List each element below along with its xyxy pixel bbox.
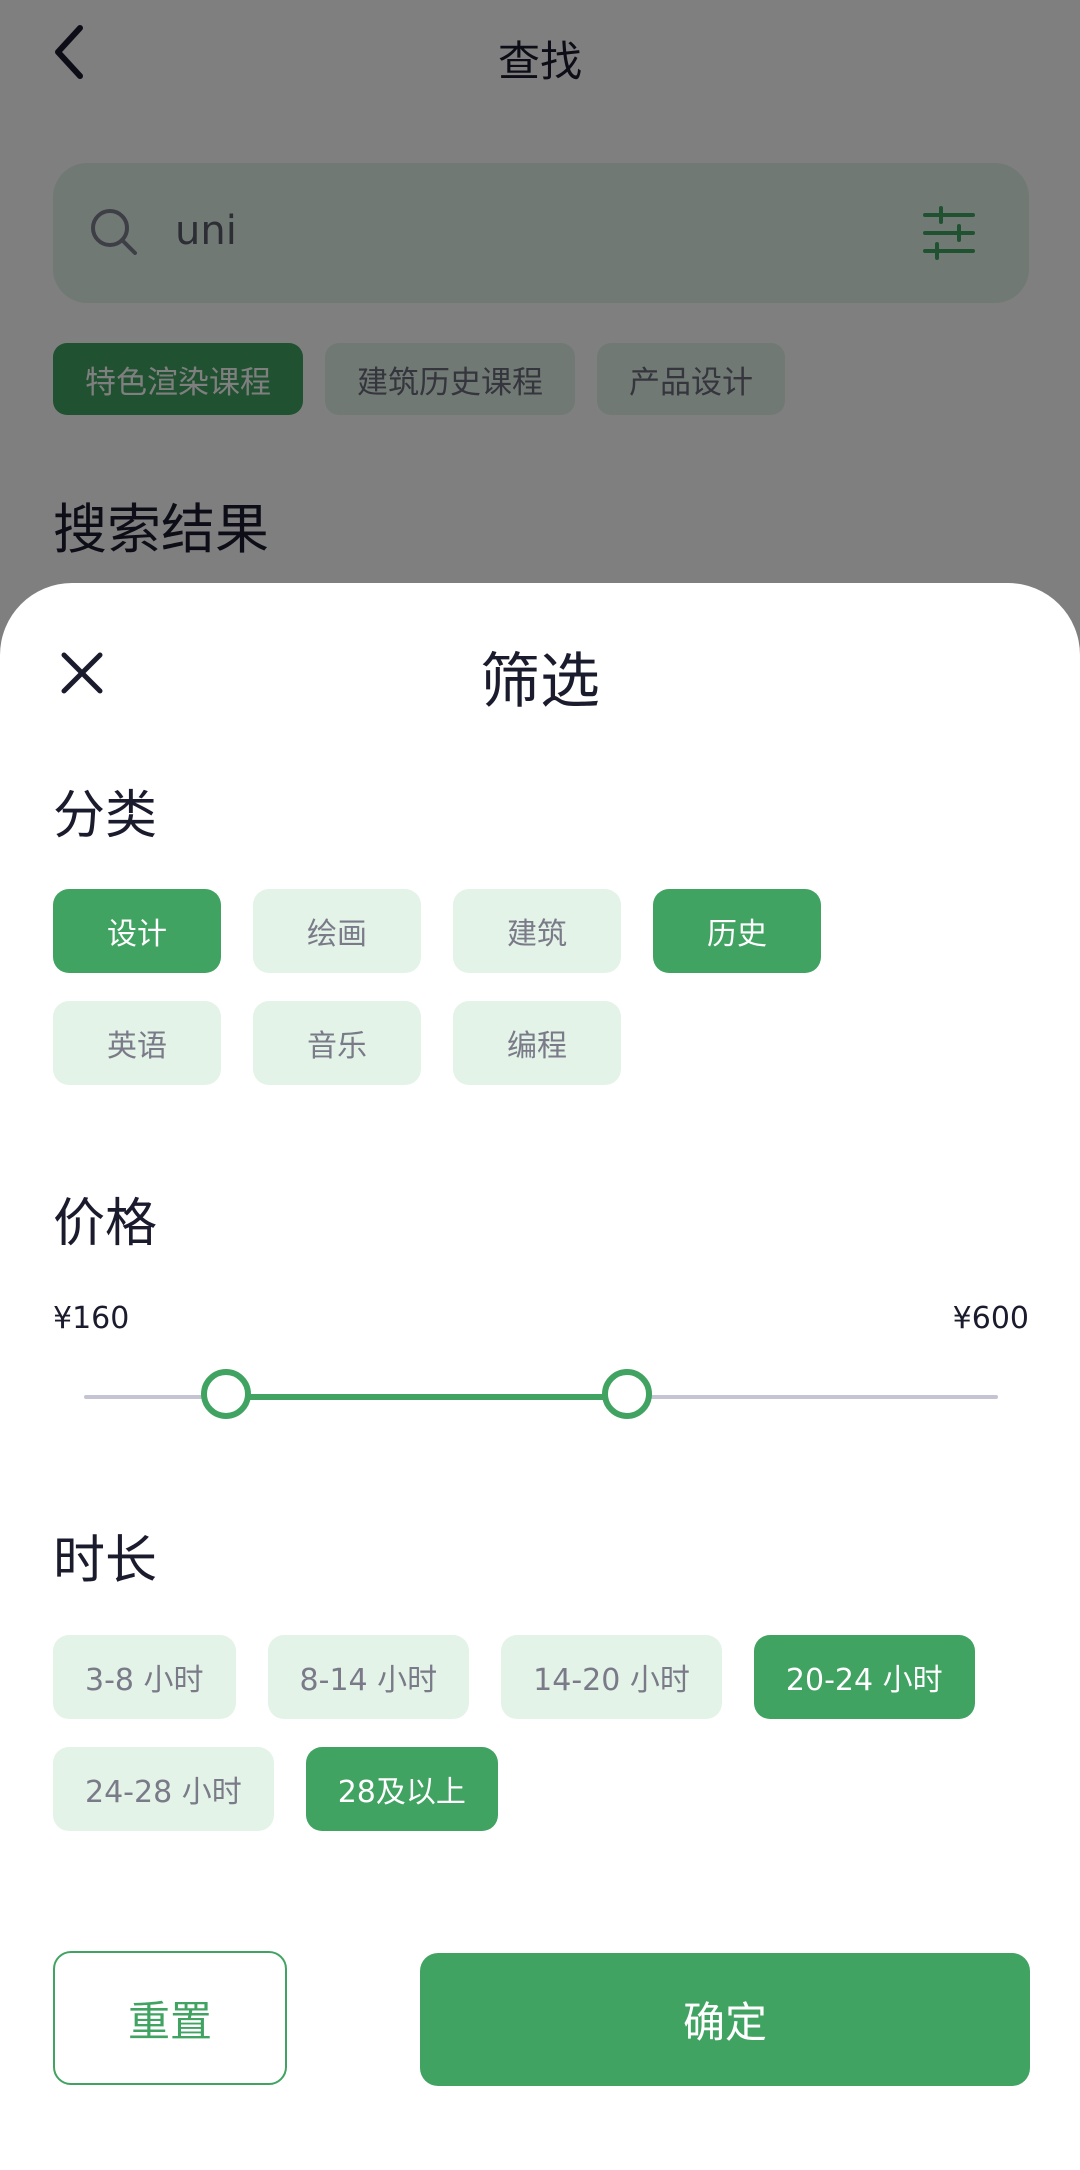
price-min-label: ¥160: [53, 1301, 130, 1336]
category-title: 分类: [53, 786, 158, 846]
duration-option[interactable]: 28及以上: [305, 1747, 498, 1831]
filter-sheet: 筛选 分类 设计 绘画 建筑 历史 英语 音乐 编程 价格 ¥160 ¥600 …: [0, 583, 1080, 2170]
slider-selected-range: [225, 1394, 627, 1400]
category-option-programming[interactable]: 编程: [453, 1001, 621, 1085]
sheet-title: 筛选: [480, 647, 600, 717]
duration-option[interactable]: 20-24 小时: [753, 1635, 975, 1719]
category-option-design[interactable]: 设计: [53, 889, 221, 973]
category-option-history[interactable]: 历史: [653, 889, 821, 973]
duration-option[interactable]: 8-14 小时: [267, 1635, 470, 1719]
category-option-music[interactable]: 音乐: [253, 1001, 421, 1085]
category-option-painting[interactable]: 绘画: [253, 889, 421, 973]
screen: 查找 uni 特色渲染课程 建筑历史课程 产品设: [0, 0, 1080, 2170]
price-range-slider[interactable]: [84, 1369, 998, 1419]
category-option-architecture[interactable]: 建筑: [453, 889, 621, 973]
category-option-english[interactable]: 英语: [53, 1001, 221, 1085]
confirm-button[interactable]: 确定: [420, 1953, 1030, 2086]
duration-option[interactable]: 24-28 小时: [53, 1747, 274, 1831]
category-options: 设计 绘画 建筑 历史 英语 音乐 编程: [53, 889, 833, 1085]
duration-options: 3-8 小时 8-14 小时 14-20 小时 20-24 小时 24-28 小…: [53, 1635, 1013, 1831]
slider-thumb-min[interactable]: [200, 1369, 251, 1419]
duration-option[interactable]: 3-8 小时: [53, 1635, 236, 1719]
price-max-label: ¥600: [952, 1301, 1029, 1336]
duration-title: 时长: [53, 1531, 158, 1591]
slider-thumb-max[interactable]: [601, 1369, 652, 1419]
duration-option[interactable]: 14-20 小时: [501, 1635, 722, 1719]
price-title: 价格: [53, 1194, 158, 1254]
reset-button[interactable]: 重置: [53, 1951, 287, 2085]
